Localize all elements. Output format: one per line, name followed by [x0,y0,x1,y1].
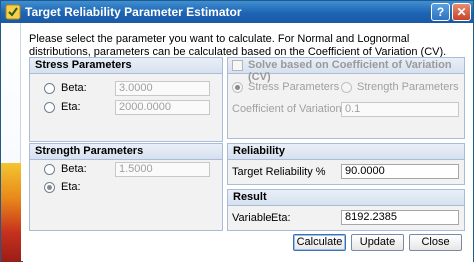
close-button[interactable]: Close [409,234,462,251]
dialog-content: Please select the parameter you want to … [23,23,473,262]
cv-strength-label: Strength Parameters [357,81,459,93]
dialog-window: Target Reliability Parameter Estimator ?… [0,0,474,262]
banner-artwork [1,163,21,262]
stress-beta-radio[interactable] [44,83,55,94]
app-icon [5,4,21,20]
cv-stress-radio[interactable] [232,82,243,93]
result-title: Result [228,190,464,206]
result-variable-label: Variable [232,212,272,224]
cv-group-title: Solve based on Coefficient of Variation … [248,59,452,83]
strength-parameters-group: Strength Parameters Beta: 1.5000 Eta: [29,143,223,231]
reliability-title: Reliability [228,144,464,160]
strength-beta-label: Beta: [61,163,87,175]
result-group: Result Variable Eta: 8192.2385 [227,189,465,231]
strength-beta-field[interactable]: 1.5000 [115,162,210,177]
stress-eta-field[interactable]: 2000.0000 [115,100,210,115]
stress-eta-radio[interactable] [44,102,55,113]
window-close-button[interactable]: ✕ [452,3,471,21]
strength-parameters-title: Strength Parameters [30,144,222,160]
reliability-group: Reliability Target Reliability % 90.0000 [227,143,465,185]
cv-value-field[interactable]: 0.1 [341,102,459,117]
cv-group-header: Solve based on Coefficient of Variation … [228,58,464,83]
target-reliability-label: Target Reliability % [232,166,326,178]
solve-by-cv-checkbox[interactable] [232,60,243,71]
cv-group: Solve based on Coefficient of Variation … [227,57,465,139]
strength-eta-label: Eta: [61,181,81,193]
help-button[interactable]: ? [431,3,450,21]
calculate-button[interactable]: Calculate [293,234,346,251]
side-banner [1,23,21,262]
cv-stress-label: Stress Parameters [248,81,340,93]
stress-parameters-group: Stress Parameters Beta: 3.0000 Eta: 2000… [29,57,223,142]
title-bar[interactable]: Target Reliability Parameter Estimator ?… [1,1,473,23]
stress-parameters-title: Stress Parameters [30,58,222,74]
stress-eta-label: Eta: [61,101,81,113]
stress-beta-label: Beta: [61,82,87,94]
cv-strength-radio[interactable] [341,82,352,93]
update-button[interactable]: Update [351,234,404,251]
result-param-label: Eta: [271,212,291,224]
instructions-text: Please select the parameter you want to … [29,33,447,58]
strength-eta-radio[interactable] [44,182,55,193]
strength-beta-radio[interactable] [44,164,55,175]
target-reliability-field[interactable]: 90.0000 [341,164,459,179]
stress-beta-field[interactable]: 3.0000 [115,81,210,96]
result-value-field[interactable]: 8192.2385 [341,210,459,225]
window-title: Target Reliability Parameter Estimator [25,5,242,19]
